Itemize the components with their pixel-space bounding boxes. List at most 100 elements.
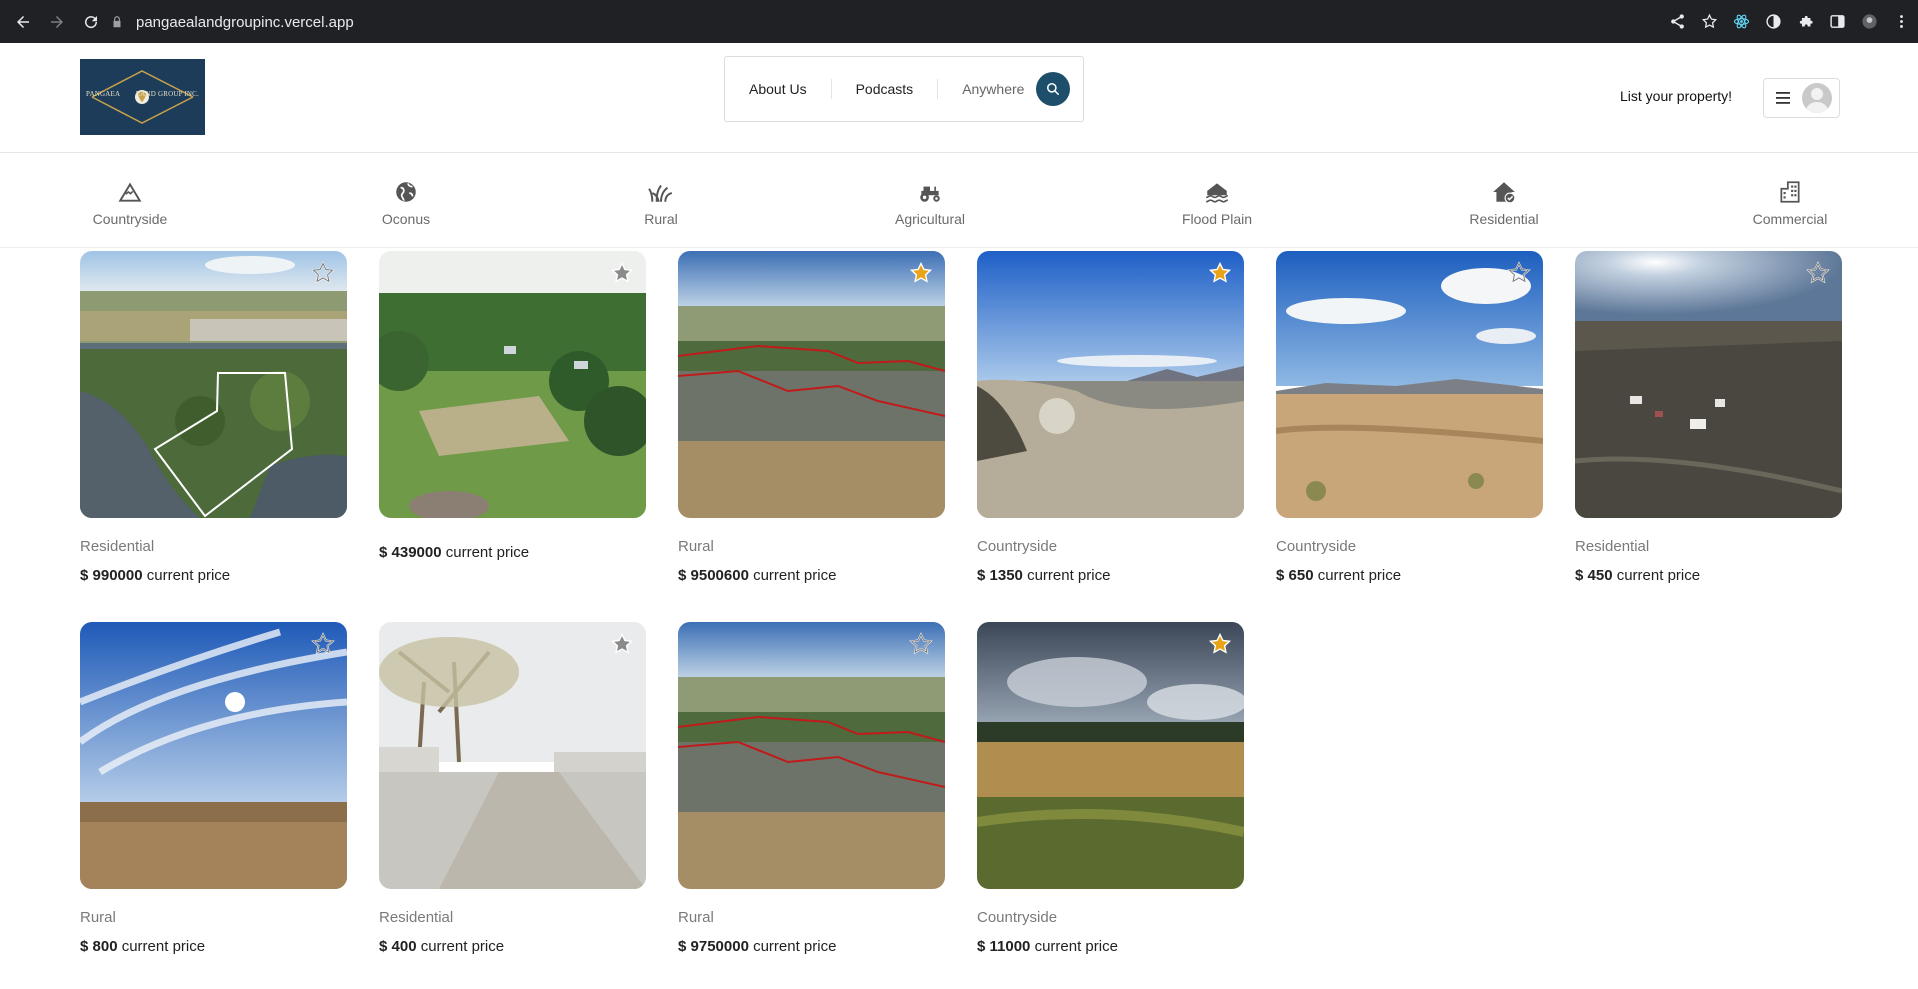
star-icon[interactable] (1507, 261, 1531, 285)
search-button[interactable] (1036, 72, 1071, 106)
nav-about-us[interactable]: About Us (725, 79, 832, 99)
star-icon[interactable] (1208, 261, 1232, 285)
bookmark-star-icon[interactable] (1700, 13, 1718, 31)
browser-toolbar: pangaealandgroupinc.vercel.app (0, 0, 1918, 43)
search-icon (1047, 82, 1060, 96)
listing-price: $ 1350 current price (977, 567, 1111, 584)
category-residential[interactable]: Residential (1439, 179, 1569, 227)
listing-image[interactable] (1575, 251, 1842, 518)
listing-image[interactable] (379, 622, 646, 889)
listing-price: $ 439000 current price (379, 544, 530, 561)
category-commercial[interactable]: Commercial (1725, 179, 1855, 227)
listing-image[interactable] (80, 251, 347, 518)
listing-card[interactable]: Rural $ 9500600 current price (678, 251, 945, 584)
listing-image[interactable] (977, 622, 1244, 889)
url-text: pangaealandgroupinc.vercel.app (136, 13, 354, 31)
category-label: Oconus (381, 211, 431, 227)
listing-image[interactable] (678, 251, 945, 518)
category-rural[interactable]: Rural (596, 179, 726, 227)
category-bar: Countryside Oconus Rural Agricultural Fl… (0, 154, 1918, 248)
listing-image[interactable] (80, 622, 347, 889)
star-icon[interactable] (311, 261, 335, 285)
globe-icon (396, 182, 416, 202)
listing-category: Countryside (977, 538, 1058, 555)
back-icon[interactable] (12, 11, 34, 33)
house-check-icon (1493, 182, 1516, 204)
category-label: Agricultural (894, 211, 966, 227)
listing-category: Residential (1575, 538, 1650, 555)
listing-category: Rural (678, 538, 714, 555)
category-oconus[interactable]: Oconus (341, 179, 471, 227)
logo-left-text: PANGAEA (86, 90, 121, 98)
listing-image[interactable] (379, 251, 646, 518)
search-nav: About Us Podcasts Anywhere (724, 56, 1084, 122)
listing-category: Countryside (1276, 538, 1357, 555)
listing-price: $ 9500600 current price (678, 567, 837, 584)
star-icon[interactable] (1208, 632, 1232, 656)
category-label: Rural (644, 211, 678, 227)
list-property-link[interactable]: List your property! (1620, 88, 1732, 104)
listing-card[interactable]: Rural $ 800 current price (80, 622, 347, 955)
category-agricultural[interactable]: Agricultural (865, 179, 995, 227)
building-icon (1780, 181, 1800, 203)
tractor-icon (920, 186, 940, 202)
category-label: Residential (1469, 211, 1539, 227)
listing-card[interactable]: Countryside $ 11000 current price (977, 622, 1244, 955)
lock-icon (113, 16, 121, 28)
star-icon[interactable] (1806, 261, 1830, 285)
category-flood-plain[interactable]: Flood Plain (1152, 179, 1282, 227)
star-icon[interactable] (909, 632, 933, 656)
listing-price: $ 800 current price (80, 938, 206, 955)
listing-image[interactable] (1276, 251, 1543, 518)
listing-price: $ 400 current price (379, 938, 505, 955)
logo-right-text: LAND GROUP INC. (135, 90, 199, 98)
react-devtools-icon[interactable] (1732, 13, 1750, 31)
listing-card[interactable]: $ 439000 current price (379, 251, 646, 561)
star-icon[interactable] (909, 261, 933, 285)
listing-card[interactable]: Countryside $ 1350 current price (977, 251, 1244, 584)
more-vert-icon[interactable] (1892, 13, 1910, 31)
listing-price: $ 990000 current price (80, 567, 231, 584)
reload-icon[interactable] (80, 11, 102, 33)
listing-card[interactable]: Residential $ 990000 current price (80, 251, 347, 584)
extension-circle-icon[interactable] (1764, 13, 1782, 31)
hamburger-menu-icon (1776, 92, 1790, 104)
star-icon[interactable] (610, 261, 634, 285)
category-countryside[interactable]: Countryside (65, 179, 195, 227)
extensions-puzzle-icon[interactable] (1796, 13, 1814, 31)
listing-category: Countryside (977, 909, 1058, 926)
mountain-icon (118, 182, 142, 202)
share-icon[interactable] (1668, 13, 1686, 31)
star-icon[interactable] (610, 632, 634, 656)
listing-image[interactable] (678, 622, 945, 889)
listing-card[interactable]: Residential $ 450 current price (1575, 251, 1842, 584)
listing-price: $ 450 current price (1575, 567, 1701, 584)
listing-price: $ 9750000 current price (678, 938, 837, 955)
forward-icon[interactable] (46, 11, 68, 33)
listing-price: $ 650 current price (1276, 567, 1402, 584)
listing-image[interactable] (977, 251, 1244, 518)
profile-icon[interactable] (1860, 13, 1878, 31)
listing-card[interactable]: Residential $ 400 current price (379, 622, 646, 955)
address-bar[interactable]: pangaealandgroupinc.vercel.app (110, 10, 354, 34)
nav-anywhere[interactable]: Anywhere (938, 79, 1034, 99)
side-panel-icon[interactable] (1828, 13, 1846, 31)
listing-category: Residential (80, 538, 155, 555)
listing-card[interactable]: Rural $ 9750000 current price (678, 622, 945, 955)
category-label: Commercial (1752, 211, 1828, 227)
avatar (1802, 83, 1832, 113)
user-menu-button[interactable] (1763, 78, 1840, 118)
flood-house-icon (1206, 183, 1228, 203)
site-header: PANGAEA LAND GROUP INC. About Us Podcast… (0, 43, 1918, 153)
category-label: Flood Plain (1181, 211, 1253, 227)
listing-category: Rural (678, 909, 714, 926)
listing-price: $ 11000 current price (977, 938, 1118, 955)
listing-card[interactable]: Countryside $ 650 current price (1276, 251, 1543, 584)
site-logo[interactable]: PANGAEA LAND GROUP INC. (80, 59, 205, 135)
category-label: Countryside (92, 211, 168, 227)
listing-category: Residential (379, 909, 454, 926)
grass-icon (648, 184, 673, 203)
nav-podcasts[interactable]: Podcasts (832, 79, 939, 99)
listing-category: Rural (80, 909, 116, 926)
star-icon[interactable] (311, 632, 335, 656)
